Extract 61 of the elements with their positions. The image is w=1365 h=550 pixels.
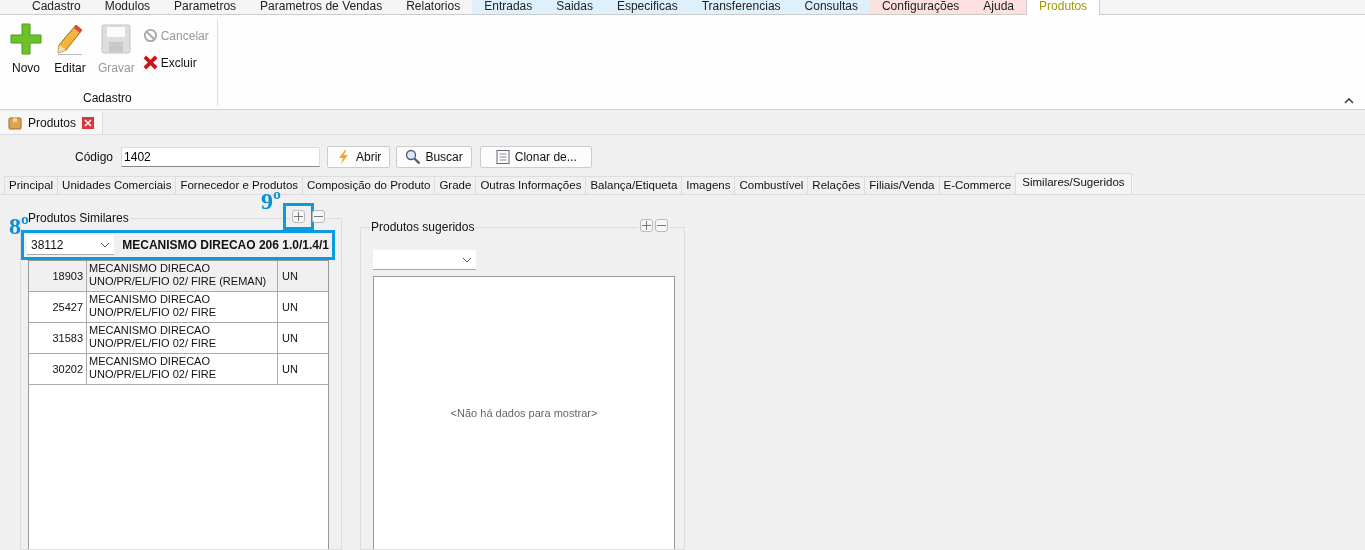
table-cell: 30202 — [29, 354, 87, 384]
close-icon[interactable] — [82, 117, 95, 129]
table-cell: 25427 — [29, 292, 87, 322]
tab[interactable]: Relações — [807, 176, 866, 194]
new-button[interactable]: Novo — [4, 19, 48, 91]
table-row[interactable]: 18903 MECANISMO DIRECAO UNO/PR/EL/FIO 02/ FIRE (REMAN) UN — [29, 261, 328, 292]
menu-tab[interactable]: Entradas — [472, 0, 545, 14]
add-button[interactable] — [292, 210, 305, 223]
clone-button[interactable]: Clonar de... — [479, 146, 592, 168]
tab[interactable]: Principal — [4, 176, 59, 194]
ribbon-group-label: Cadastro — [83, 91, 132, 106]
product-name: MECANISMO DIRECAO 206 1.0/1.4/1 — [122, 238, 329, 252]
box-icon — [8, 116, 22, 130]
table-cell-text: UN — [281, 362, 299, 377]
table-cell: MECANISMO DIRECAO UNO/PR/EL/FIO 02/ FIRE — [87, 323, 278, 353]
chevron-down-icon — [462, 256, 472, 263]
table-cell-text: UN — [281, 300, 299, 315]
table-cell: MECANISMO DIRECAO UNO/PR/EL/FIO 02/ FIRE — [87, 292, 278, 322]
floppy-icon — [100, 23, 133, 55]
menu-tab[interactable]: Especificas — [604, 0, 690, 14]
document-tab[interactable]: Produtos — [0, 112, 104, 134]
delete-button[interactable]: Excluir — [140, 54, 211, 71]
menu-tab[interactable]: Saidas — [544, 0, 605, 14]
table-cell: 31583 — [29, 323, 87, 353]
add-button[interactable] — [640, 219, 653, 232]
product-dropdown[interactable]: 38112 — [27, 235, 115, 255]
table-cell: MECANISMO DIRECAO UNO/PR/EL/FIO 02/ FIRE — [87, 354, 278, 384]
open-button[interactable]: Abrir — [327, 146, 391, 168]
remove-button[interactable] — [655, 219, 668, 232]
menu-tab[interactable]: Consultas — [792, 0, 870, 14]
chevron-down-icon — [100, 241, 111, 248]
remove-button[interactable] — [312, 210, 325, 223]
table-cell: 18903 — [29, 261, 87, 291]
tab[interactable]: Outras Informações — [475, 176, 587, 194]
search-icon — [405, 149, 422, 165]
group-title: Produtos sugeridos — [370, 220, 476, 234]
tab[interactable]: Composição do Produto — [302, 176, 436, 194]
delete-icon — [142, 55, 158, 70]
tab[interactable]: Balança/Etiqueta — [585, 176, 683, 194]
table-cell-text: UN — [281, 331, 299, 346]
plus-icon — [294, 212, 303, 221]
plus-icon — [10, 23, 42, 55]
document-icon — [494, 149, 511, 165]
search-button[interactable]: Buscar — [396, 146, 472, 168]
step-number: 9º — [261, 191, 281, 211]
menu-tab[interactable]: Ajuda — [971, 0, 1027, 14]
menu-tab[interactable]: Configurações — [869, 0, 972, 14]
step-number: 8º — [9, 216, 29, 236]
plus-icon — [642, 221, 651, 230]
empty-message: <Não há dados para mostrar> — [450, 407, 598, 419]
table-cell-text: UN — [281, 269, 299, 284]
code-label: Código — [75, 150, 114, 164]
prohibited-icon — [142, 28, 158, 43]
product-dropdown[interactable] — [373, 250, 476, 270]
chevron-up-icon[interactable] — [1344, 97, 1354, 104]
table-cell: MECANISMO DIRECAO UNO/PR/EL/FIO 02/ FIRE (REMAN) — [87, 261, 278, 291]
tab[interactable]: Similares/Sugeridos — [1015, 173, 1132, 194]
code-field[interactable]: 1402 — [121, 147, 321, 167]
edit-button[interactable]: Editar — [48, 19, 92, 91]
tab[interactable]: Imagens — [681, 176, 736, 194]
menu-tab[interactable]: Transferencias — [689, 0, 793, 14]
